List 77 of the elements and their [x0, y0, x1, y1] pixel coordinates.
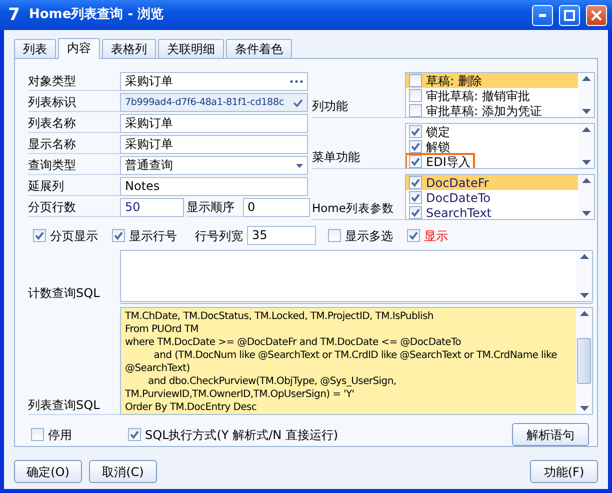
dialog-button[interactable]: 取消(C) [89, 460, 157, 483]
list-item[interactable]: 锁定 [406, 124, 578, 139]
scroll-up-icon[interactable] [582, 127, 590, 132]
scroll-down-icon[interactable] [582, 160, 590, 165]
list-item[interactable]: 草稿: 删除 [406, 73, 578, 88]
list-item[interactable]: DocDateTo [406, 190, 578, 205]
parse-button[interactable]: 解析语句 [512, 423, 589, 446]
maximize-button[interactable] [559, 4, 580, 26]
input-field[interactable]: 50 [120, 198, 184, 217]
input-field[interactable]: 采购订单 [120, 114, 308, 133]
dialog-button[interactable]: 确定(O) [14, 460, 82, 483]
caret-icon [296, 164, 303, 168]
ellipsis-icon [290, 80, 303, 83]
list-item[interactable]: 审批草稿: 撤销审批 [406, 88, 578, 103]
list-item[interactable]: DocDateFr [406, 175, 578, 190]
field-label: 行号列宽 [195, 228, 244, 245]
scroll-down-icon[interactable] [582, 211, 590, 216]
tab[interactable]: 关联明细 [158, 39, 224, 58]
input-field[interactable]: 0 [242, 198, 310, 217]
tab[interactable]: 内容 [58, 38, 100, 59]
checkbox[interactable] [409, 74, 422, 87]
dialog-button[interactable]: 功能(F) [530, 460, 598, 483]
check-icon [35, 231, 44, 240]
check-icon [130, 430, 139, 439]
scroll-up-icon[interactable] [580, 311, 588, 316]
checkbox-option[interactable]: 分页显示 [33, 226, 98, 245]
checkbox[interactable] [409, 191, 422, 204]
scroll-down-icon[interactable] [580, 293, 588, 298]
checkbox[interactable] [409, 89, 422, 102]
checkbox[interactable] [128, 428, 141, 441]
list-item[interactable]: 审批草稿: 添加为凭证 [406, 103, 578, 117]
field-label: 计数查询SQL [28, 285, 101, 302]
list-item[interactable]: 解锁 [406, 139, 578, 154]
check-icon [293, 98, 303, 106]
checkbox[interactable] [31, 428, 44, 441]
scroll-up-icon[interactable] [582, 76, 590, 81]
close-button[interactable] [586, 4, 607, 26]
minimize-button[interactable] [532, 4, 553, 26]
checkbox[interactable] [409, 140, 422, 153]
input-field[interactable]: 35 [247, 226, 316, 246]
minimize-icon [539, 14, 546, 16]
list-item[interactable]: SearchText [406, 205, 578, 219]
scroll-thumb[interactable] [577, 338, 591, 384]
checkbox[interactable] [409, 104, 422, 117]
scroll-down-icon[interactable] [582, 109, 590, 114]
close-icon [591, 10, 602, 20]
checkbox[interactable] [33, 229, 46, 242]
checkbox[interactable] [409, 176, 422, 189]
checkbox-option[interactable]: SQL执行方式(Y 解析式/N 直接运行) [128, 426, 338, 444]
window-title: Home列表查询 - 浏览 [29, 6, 165, 24]
input-field[interactable]: 7b999ad4-d7f6-48a1-81f1-cd188c [120, 93, 308, 112]
scroll-down-icon[interactable] [580, 406, 588, 411]
checkbox[interactable] [409, 155, 422, 168]
checkbox[interactable] [409, 125, 422, 138]
tab[interactable]: 列表 [14, 39, 56, 58]
checkbox[interactable] [409, 206, 422, 219]
app-logo: 7 [7, 6, 21, 24]
check-icon [114, 231, 123, 240]
maximize-icon [564, 10, 575, 20]
checkbox-option[interactable]: 显示行号 [112, 226, 177, 245]
input-field[interactable]: 普通查询 [120, 156, 308, 175]
input-field[interactable]: 采购订单 [120, 135, 308, 154]
checkbox[interactable] [407, 229, 420, 242]
checkbox[interactable] [328, 229, 341, 242]
check-icon [409, 231, 418, 240]
input-field[interactable]: Notes [120, 177, 308, 196]
list-item[interactable]: EDI导入 [406, 154, 474, 168]
checkbox-option[interactable]: 显示 [407, 226, 448, 245]
scroll-up-icon[interactable] [582, 178, 590, 183]
checkbox-option[interactable]: 显示多选 [328, 226, 393, 245]
checkbox-option[interactable]: 停用 [31, 426, 72, 444]
scroll-up-icon[interactable] [580, 254, 588, 260]
checkbox[interactable] [112, 229, 125, 242]
tab[interactable]: 条件着色 [226, 39, 292, 58]
input-field[interactable]: 采购订单 [120, 72, 308, 91]
tab[interactable]: 表格列 [102, 39, 156, 58]
sql-text-area[interactable]: TM.ChDate, TM.DocStatus, TM.Locked, TM.ProjectID, TM.IsPublish From PUOrd TM where TM.DocDate >= @DocDateFr and TM.DocDate <= @DocDateTo and (TM.DocNum like @SearchText or TM.CrdID like @SearchText or TM.CrdName like @SearchText) and dbo.CheckPurview(TM.ObjType, @Sys_UserSign, TM.PurviewID,TM.OwnerID,TM.OpUserSign) = 'Y' Order By TM.DocEntry Desc [120, 307, 593, 415]
